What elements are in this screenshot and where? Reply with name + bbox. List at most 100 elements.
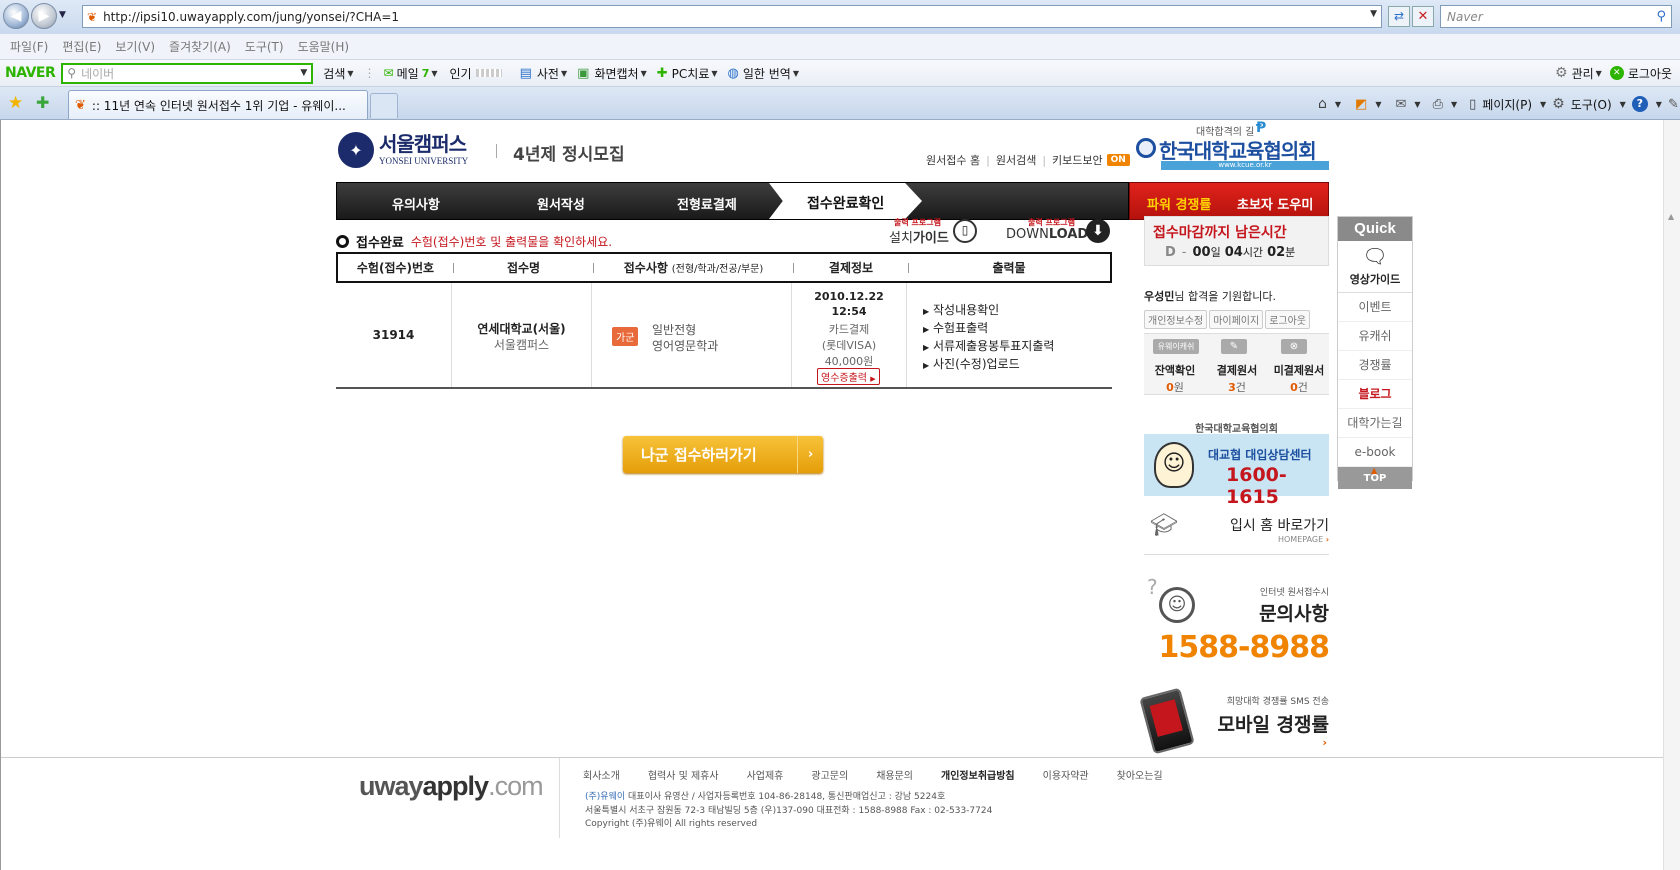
tab-active[interactable]: ❦ :: 11년 연속 인터넷 원서접수 1위 기업 - 유웨이... xyxy=(68,90,368,119)
chevron-down-icon[interactable]: ▼ xyxy=(1656,100,1662,109)
forward-button[interactable]: ▶ xyxy=(31,3,57,29)
menu-file[interactable]: 파일(F) xyxy=(10,38,48,55)
chevron-down-icon[interactable]: ▼ xyxy=(1375,100,1381,109)
chevron-down-icon[interactable]: ▼ xyxy=(1596,69,1602,78)
footer-link[interactable]: 사업제휴 xyxy=(747,767,784,782)
on-badge[interactable]: ON xyxy=(1106,154,1130,166)
naver-logout-button[interactable]: 로그아웃 xyxy=(1628,65,1672,82)
link-keyboard-security[interactable]: 키보드보안 xyxy=(1052,152,1103,168)
step-payment[interactable]: 전형료결제 xyxy=(677,194,737,213)
footer-link[interactable]: 광고문의 xyxy=(811,767,848,782)
next-apply-button[interactable]: 나군 접수하러가기 › xyxy=(623,436,823,473)
footer-link[interactable]: 회사소개 xyxy=(583,767,620,782)
footer-logo[interactable]: uwayapply.com xyxy=(359,771,544,802)
stop-icon[interactable]: ✕ xyxy=(1412,6,1434,27)
menu-tools[interactable]: 도구(T) xyxy=(245,38,284,55)
home-icon[interactable]: ⌂ xyxy=(1318,96,1327,112)
site-logout-button[interactable]: 로그아웃 xyxy=(1265,310,1311,329)
output-item[interactable]: ▶ 사진(수정)업로드 xyxy=(923,355,1020,372)
rss-icon[interactable]: ◩ xyxy=(1355,97,1367,112)
mypage-button[interactable]: 마이페이지 xyxy=(1209,310,1264,329)
chevron-down-icon[interactable]: ▼ xyxy=(1414,100,1420,109)
new-tab-button[interactable] xyxy=(370,93,398,118)
power-competition-button[interactable]: 파워 경쟁률 xyxy=(1147,194,1211,213)
chevron-down-icon[interactable]: ▼ xyxy=(561,69,567,78)
dictionary-button[interactable]: 사전 xyxy=(537,65,559,82)
page-menu[interactable]: 페이지(P) xyxy=(1482,96,1532,113)
chevron-down-icon[interactable]: ▼ xyxy=(347,69,353,78)
chevron-down-icon[interactable]: ▼ xyxy=(711,69,717,78)
refresh-icon[interactable]: ⇄ xyxy=(1388,6,1410,27)
quick-video-guide[interactable]: 🗨︎ 영상가이드 xyxy=(1338,241,1412,293)
menu-favorites[interactable]: 즐겨찾기(A) xyxy=(169,38,231,55)
step-complete[interactable]: 접수완료확인 xyxy=(807,193,884,213)
vertical-scrollbar[interactable]: ▲ xyxy=(1663,120,1680,870)
step-notice[interactable]: 유의사항 xyxy=(392,194,440,213)
translate-button[interactable]: 일한 번역 xyxy=(743,65,791,82)
scroll-up-icon[interactable]: ▲ xyxy=(1668,212,1674,221)
wallet-item-label[interactable]: 잔액확인 xyxy=(1144,362,1206,378)
footer-link[interactable]: 이용자약관 xyxy=(1043,767,1089,782)
menu-view[interactable]: 보기(V) xyxy=(115,38,155,55)
naver-search-input[interactable]: ⚲ 네이버 ▼ xyxy=(61,62,314,84)
chevron-down-icon[interactable]: ▼ xyxy=(300,68,307,78)
chevron-down-icon[interactable]: ▼ xyxy=(1540,100,1546,109)
menu-help[interactable]: 도움말(H) xyxy=(298,38,350,55)
chevron-down-icon[interactable]: ▼ xyxy=(793,69,799,78)
print-icon[interactable]: ⎙ xyxy=(1433,97,1443,112)
beginner-help-button[interactable]: 초보자 도우미 xyxy=(1237,194,1313,213)
footer-link[interactable]: 채용문의 xyxy=(876,767,913,782)
receipt-print-button[interactable]: 영수증출력 ▶ xyxy=(817,368,880,385)
download-button[interactable]: 출력 프로그램 DOWNLOAD ⬇ xyxy=(1006,217,1114,245)
wallet-item-label[interactable]: 미결제원서 xyxy=(1268,362,1330,378)
chevron-down-icon[interactable]: ▼ xyxy=(1335,100,1341,109)
add-favorite-icon[interactable]: ✚ xyxy=(36,93,49,112)
address-bar[interactable]: ❦ http://ipsi10.uwayapply.com/jung/yonse… xyxy=(82,5,1382,28)
naver-logo[interactable]: NAVER xyxy=(5,65,56,81)
quick-road-to-college[interactable]: 대학가는길 xyxy=(1338,409,1412,438)
wallet-item-label[interactable]: 결제원서 xyxy=(1206,362,1268,378)
yonsei-logo[interactable]: ✦ 서울캠퍼스 YONSEI UNIVERSITY xyxy=(338,132,468,168)
browser-search-box[interactable]: Naver ⚲ xyxy=(1440,5,1672,28)
naver-search-button[interactable]: 검색 xyxy=(323,65,345,82)
back-button[interactable]: ◀ xyxy=(3,3,29,29)
history-dropdown-icon[interactable]: ▼ xyxy=(59,10,66,20)
chevron-down-icon[interactable]: ▼ xyxy=(1451,100,1457,109)
capture-button[interactable]: 화면캡처 xyxy=(594,65,638,82)
quick-competition[interactable]: 경쟁률 xyxy=(1338,351,1412,380)
output-item[interactable]: ▶ 서류제출용봉투표지출력 xyxy=(923,337,1054,354)
output-item[interactable]: ▶ 작성내용확인 xyxy=(923,301,999,318)
step-write[interactable]: 원서작성 xyxy=(537,194,585,213)
help-icon[interactable]: ? xyxy=(1631,96,1648,112)
url-dropdown-icon[interactable]: ▼ xyxy=(1370,9,1377,19)
quick-top-button[interactable]: ▲ TOP xyxy=(1338,466,1412,489)
install-guide-button[interactable]: 출력 프로그램 설치가이드 ▯ xyxy=(889,217,979,246)
quick-ucash[interactable]: 유캐쉬 xyxy=(1338,322,1412,351)
link-search[interactable]: 원서검색 xyxy=(996,152,1036,168)
mobile-competition-banner[interactable]: 희망대학 경쟁률 SMS 전송 모바일 경쟁률 › xyxy=(1139,687,1329,756)
kcue-center-banner[interactable]: ☺ 대교협 대입상담센터 1600-1615 xyxy=(1144,434,1329,508)
search-icon[interactable]: ⚲ xyxy=(1656,9,1666,24)
home-shortcut[interactable]: 🎓︎ 입시 홈 바로가기 HOMEPAGE › xyxy=(1144,503,1329,555)
kcue-banner[interactable]: 대학합격의 길 Ᵽ 한국대학교육협의회 www.kcue.or.kr xyxy=(1136,120,1331,170)
mail-icon[interactable]: ✉ xyxy=(1396,97,1407,112)
edit-profile-button[interactable]: 개인정보수정 xyxy=(1144,310,1208,329)
output-item[interactable]: ▶ 수험표출력 xyxy=(923,319,988,336)
menu-edit[interactable]: 편집(E) xyxy=(62,38,101,55)
footer-link-privacy[interactable]: 개인정보취급방침 xyxy=(941,767,1015,782)
popular-button[interactable]: 인기 xyxy=(450,65,472,82)
link-apply-home[interactable]: 원서접수 홈 xyxy=(926,152,980,168)
footer-link[interactable]: 찾아오는길 xyxy=(1117,767,1163,782)
manage-button[interactable]: 관리 xyxy=(1572,65,1594,82)
chevron-down-icon[interactable]: ▼ xyxy=(1620,100,1626,109)
mail-button[interactable]: 메일 xyxy=(397,65,419,82)
pc-care-button[interactable]: PC치료 xyxy=(672,65,710,82)
favorites-star-icon[interactable]: ★ xyxy=(8,93,23,113)
footer-link[interactable]: 협력사 및 제휴사 xyxy=(648,767,719,782)
research-icon[interactable]: ✎ xyxy=(1668,97,1679,112)
chevron-down-icon[interactable]: ▼ xyxy=(641,69,647,78)
quick-event[interactable]: 이벤트 xyxy=(1338,293,1412,322)
quick-blog[interactable]: 블로그 xyxy=(1338,380,1412,409)
chevron-down-icon[interactable]: ▼ xyxy=(431,69,437,78)
tools-menu[interactable]: 도구(O) xyxy=(1571,96,1612,113)
